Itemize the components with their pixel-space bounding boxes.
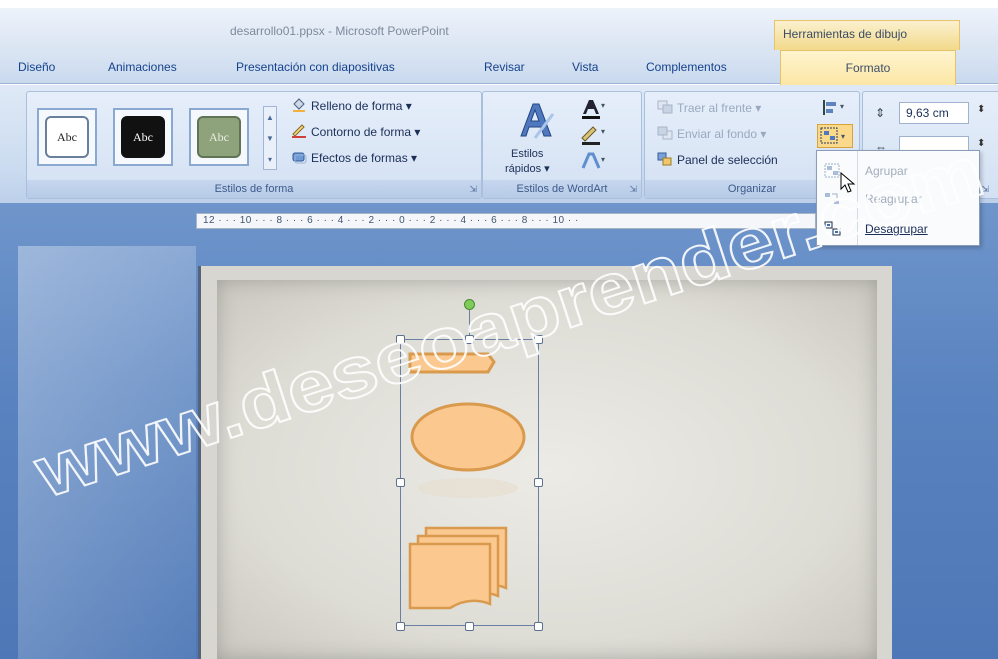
resize-handle-e[interactable] bbox=[534, 478, 543, 487]
rotate-handle[interactable] bbox=[464, 299, 475, 310]
menu-item-desagrupar[interactable]: Desagrupar bbox=[817, 215, 979, 243]
resize-handle-se[interactable] bbox=[534, 622, 543, 631]
resize-handle-sw[interactable] bbox=[396, 622, 405, 631]
resize-handle-n[interactable] bbox=[465, 335, 474, 344]
menu-label: Desagrupar bbox=[865, 222, 928, 236]
menu-label: Agrupar bbox=[865, 164, 908, 178]
menu-label: Reagrupar bbox=[865, 192, 922, 206]
group-dropdown-menu: Agrupar Reagrupar Desagrupar bbox=[816, 150, 980, 246]
powerpoint-window: desarrollo01.ppsx - Microsoft PowerPoint… bbox=[0, 0, 998, 659]
resize-handle-ne[interactable] bbox=[534, 335, 543, 344]
ungroup-icon bbox=[823, 220, 843, 238]
resize-handle-s[interactable] bbox=[465, 622, 474, 631]
resize-handle-w[interactable] bbox=[396, 478, 405, 487]
resize-handle-nw[interactable] bbox=[396, 335, 405, 344]
mouse-cursor-icon bbox=[840, 172, 856, 193]
selection-frame bbox=[400, 339, 539, 626]
